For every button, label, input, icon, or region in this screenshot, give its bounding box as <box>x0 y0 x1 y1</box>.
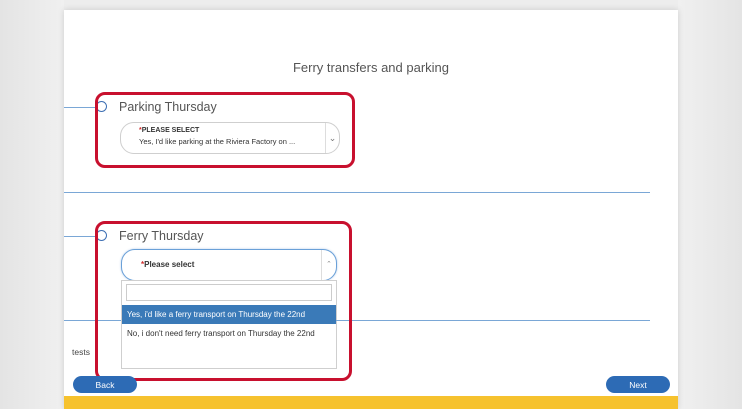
next-button[interactable]: Next <box>606 376 670 393</box>
highlight-box-ferry <box>95 221 352 381</box>
partial-text: tests <box>72 347 90 357</box>
form-page: Ferry transfers and parking Parking Thur… <box>64 10 678 409</box>
section-divider <box>64 192 650 193</box>
back-button[interactable]: Back <box>73 376 137 393</box>
left-gutter <box>0 0 64 409</box>
timeline-connector <box>64 236 96 237</box>
section-divider-right <box>336 320 650 321</box>
highlight-box-parking <box>95 92 355 168</box>
section-title: Ferry transfers and parking <box>292 60 450 75</box>
timeline-connector <box>64 107 96 108</box>
footer-bar <box>64 396 678 409</box>
right-gutter <box>678 0 742 409</box>
